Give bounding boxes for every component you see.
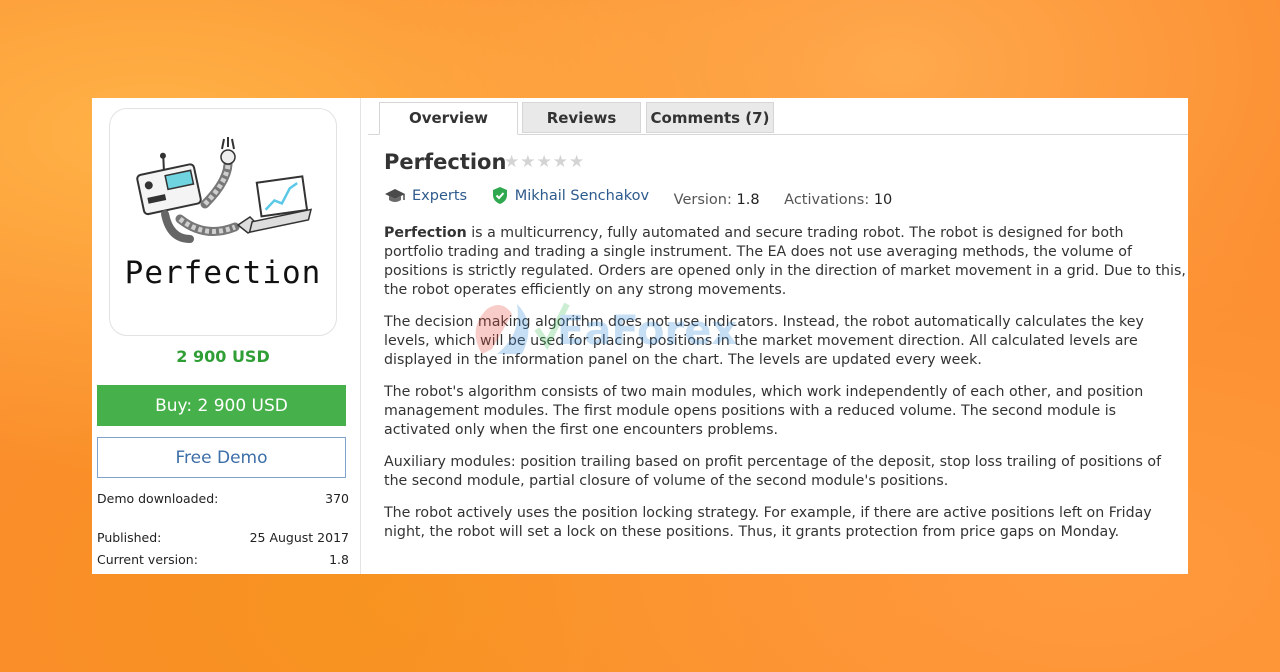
category-link[interactable]: Experts — [384, 188, 467, 204]
tab-overview[interactable]: Overview — [379, 102, 518, 135]
robot-illustration — [136, 137, 313, 243]
stat-value: 1.8 — [329, 552, 349, 567]
logo-wordmark: Perfection — [124, 255, 322, 291]
product-logo: Perfection — [109, 108, 337, 336]
product-title: Perfection — [384, 150, 507, 174]
stat-label: Current version: — [97, 552, 198, 567]
product-name-bold: Perfection — [384, 225, 467, 241]
product-description: Perfection is a multicurrency, fully aut… — [384, 224, 1186, 555]
author-name: Mikhail Senchakov — [514, 187, 650, 204]
description-paragraph: The decision making algorithm does not u… — [384, 314, 1144, 368]
version-label: Version: — [673, 192, 732, 208]
description-text: is a multicurrency, fully automated and … — [384, 225, 1186, 298]
stat-label: Demo downloaded: — [97, 491, 219, 506]
category-label: Experts — [412, 188, 468, 204]
star-icon: ★ — [536, 152, 553, 172]
star-icon: ★ — [569, 152, 586, 172]
activations-info: Activations: 10 — [784, 192, 892, 208]
free-demo-button[interactable]: Free Demo — [97, 437, 346, 478]
star-icon: ★ — [504, 152, 521, 172]
star-icon: ★ — [552, 152, 569, 172]
stat-current-version: Current version: 1.8 — [97, 552, 349, 567]
product-sidebar: Perfection 2 900 USD Buy: 2 900 USD Free… — [92, 98, 361, 574]
graduation-cap-icon — [385, 189, 405, 202]
stat-demo-downloaded: Demo downloaded: 370 — [97, 491, 349, 506]
author-link[interactable]: Mikhail Senchakov — [492, 187, 649, 204]
tab-comments[interactable]: Comments (7) — [646, 102, 774, 133]
product-meta: Experts Mikhail Senchakov Version: 1.8 A… — [384, 187, 912, 208]
activations-label: Activations: — [784, 192, 870, 208]
description-paragraph: The robot actively uses the position loc… — [384, 505, 1152, 540]
description-paragraph: The robot's algorithm consists of two ma… — [384, 384, 1144, 438]
description-paragraph: Auxiliary modules: position trailing bas… — [384, 454, 1162, 489]
product-card: Perfection 2 900 USD Buy: 2 900 USD Free… — [92, 98, 1188, 574]
stat-value: 370 — [325, 491, 349, 506]
verified-shield-icon — [492, 187, 507, 204]
stat-value: 25 August 2017 — [249, 530, 349, 545]
buy-button[interactable]: Buy: 2 900 USD — [97, 385, 346, 426]
rating-stars[interactable]: ★★★★★ — [504, 152, 585, 172]
version-value: 1.8 — [736, 192, 760, 208]
version-info: Version: 1.8 — [674, 192, 760, 208]
stat-label: Published: — [97, 530, 162, 545]
activations-value: 10 — [873, 192, 893, 208]
price-label: 2 900 USD — [176, 347, 270, 366]
description-paragraph: Perfection is a multicurrency, fully aut… — [384, 224, 1186, 300]
tab-reviews[interactable]: Reviews — [522, 102, 641, 133]
stat-published: Published: 25 August 2017 — [97, 530, 349, 545]
star-icon: ★ — [520, 152, 537, 172]
